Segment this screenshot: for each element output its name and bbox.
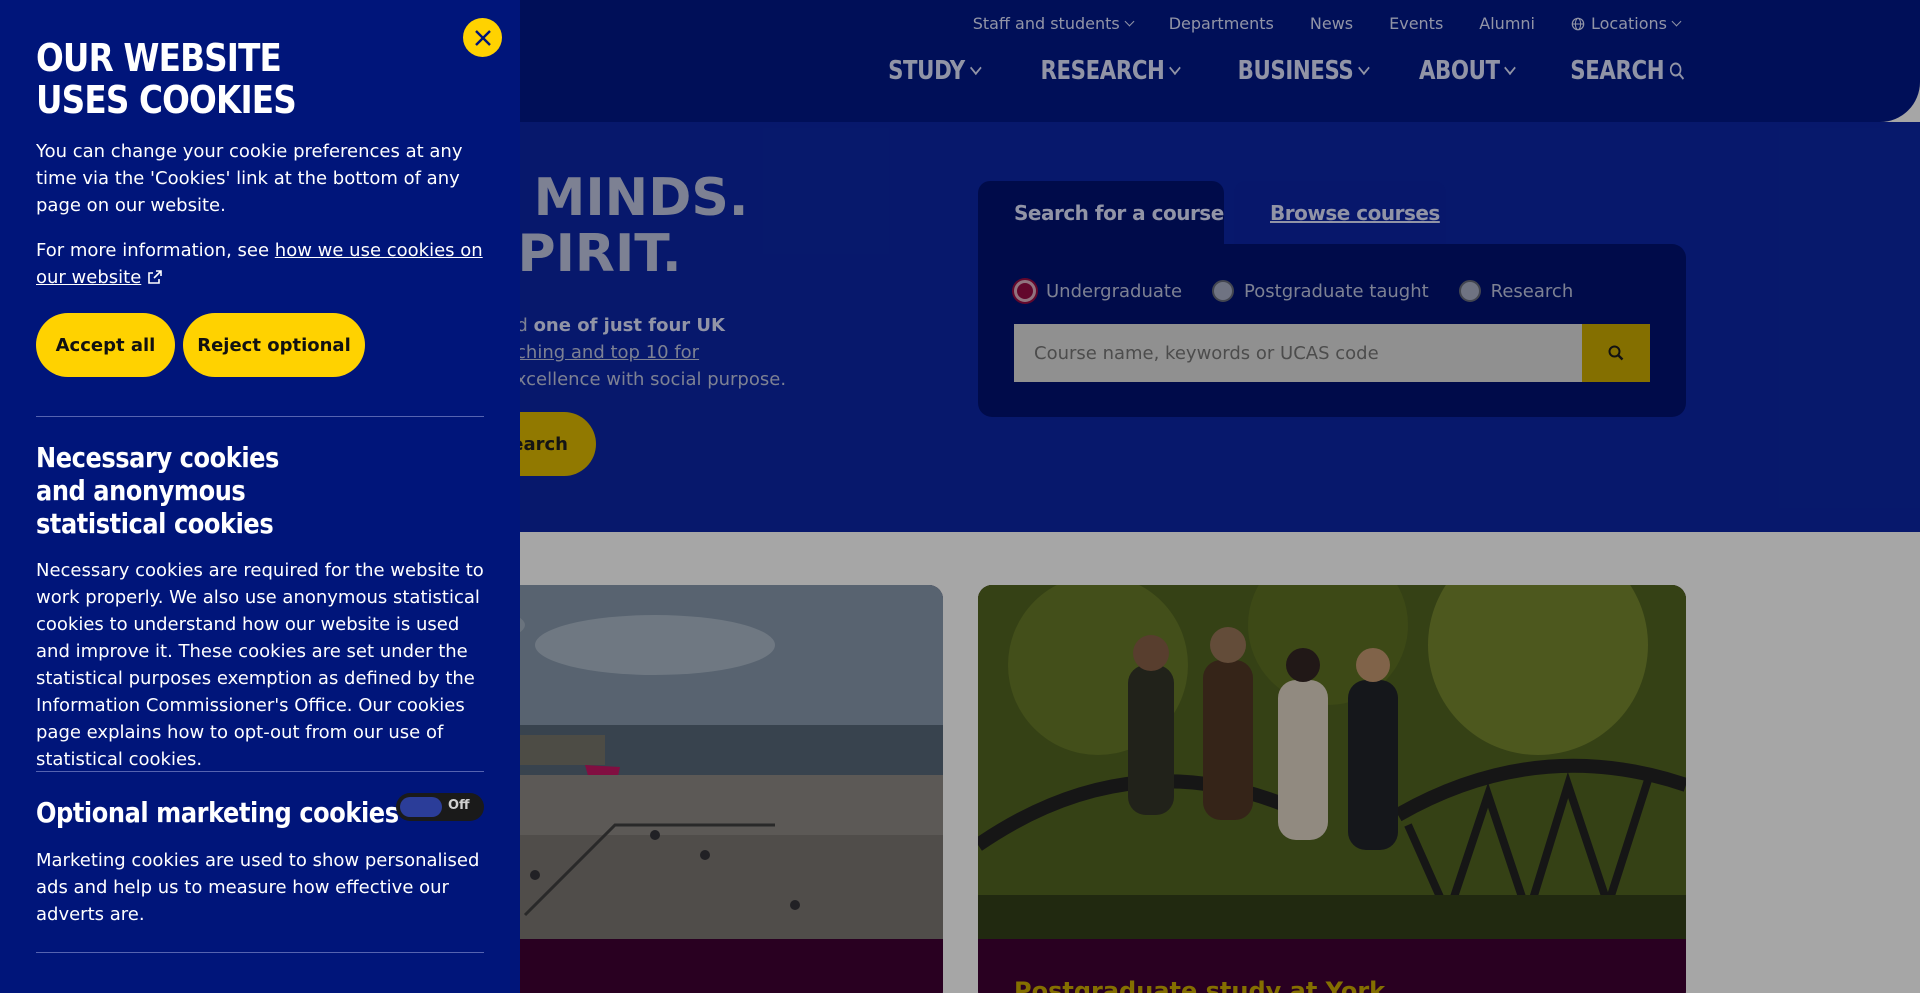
reject-optional-button[interactable]: Reject optional [183, 313, 365, 377]
necessary-cookies-heading: Necessary cookies and anonymous statisti… [36, 441, 279, 540]
divider [36, 416, 484, 417]
cookie-intro-text: You can change your cookie preferences a… [36, 141, 463, 216]
close-icon [474, 29, 491, 46]
toggle-knob [400, 797, 442, 817]
divider [36, 952, 484, 953]
toggle-state-label: Off [448, 798, 470, 813]
cookie-preferences-panel: OUR WEBSITE USES COOKIES You can change … [0, 0, 520, 993]
marketing-cookies-heading: Optional marketing cookies [36, 796, 399, 829]
marketing-cookies-text: Marketing cookies are used to show perso… [36, 850, 480, 925]
necessary-cookies-text: Necessary cookies are required for the w… [36, 560, 484, 770]
cookie-title: OUR WEBSITE USES COOKIES [36, 36, 297, 122]
cookie-more-info: For more information, see how we use coo… [36, 240, 483, 288]
marketing-cookies-toggle[interactable]: Off [396, 793, 484, 821]
external-link-icon [148, 270, 163, 284]
divider [36, 771, 484, 772]
close-button[interactable] [463, 18, 502, 57]
accept-all-button[interactable]: Accept all [36, 313, 175, 377]
